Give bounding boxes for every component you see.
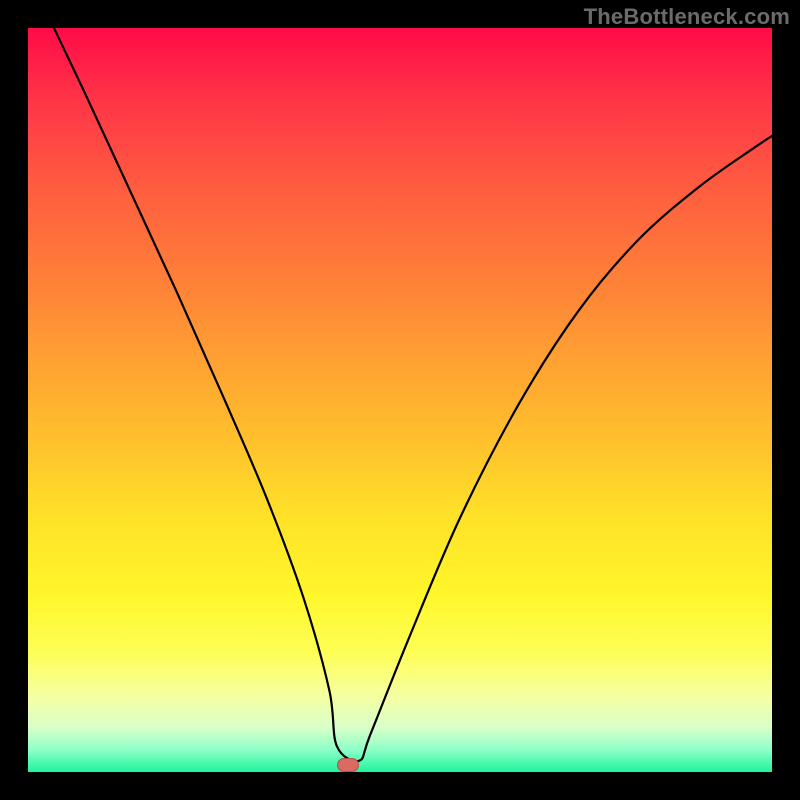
chart-frame: TheBottleneck.com bbox=[0, 0, 800, 800]
curve-svg bbox=[28, 28, 772, 772]
optimum-marker bbox=[337, 758, 359, 772]
plot-area bbox=[28, 28, 772, 772]
bottleneck-curve bbox=[54, 28, 772, 761]
watermark-text: TheBottleneck.com bbox=[584, 4, 790, 30]
